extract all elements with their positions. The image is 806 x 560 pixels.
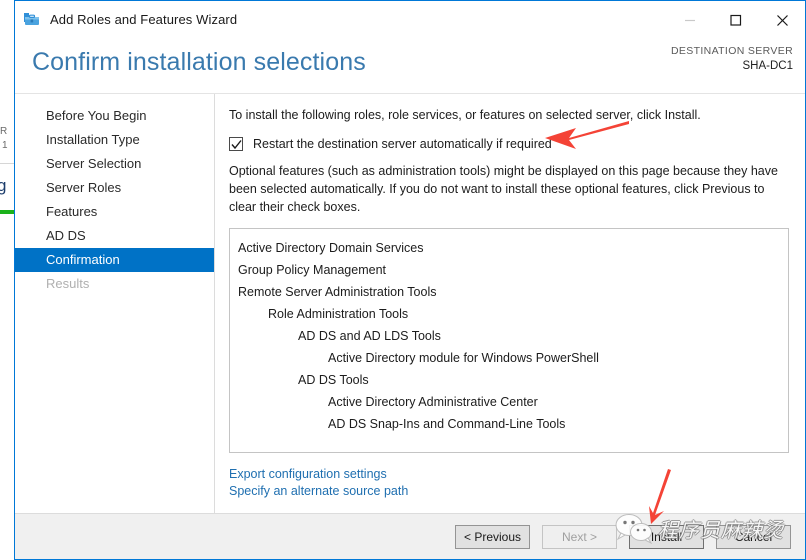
feature-list-item: Role Administration Tools	[268, 307, 409, 321]
sidebar-item-installation-type[interactable]: Installation Type	[15, 128, 214, 152]
feature-list-item: Group Policy Management	[238, 263, 386, 277]
background-divider	[0, 163, 14, 164]
restart-checkbox[interactable]	[229, 137, 243, 151]
instruction-text: To install the following roles, role ser…	[229, 108, 701, 122]
next-button: Next >	[542, 524, 617, 549]
feature-list-item: Active Directory Domain Services	[238, 241, 424, 255]
feature-list-item: Remote Server Administration Tools	[238, 285, 437, 299]
sidebar-item-features[interactable]: Features	[15, 200, 214, 224]
sidebar-item-confirmation[interactable]: Confirmation	[15, 248, 214, 272]
page-title: Confirm installation selections	[32, 48, 366, 76]
optional-features-note: Optional features (such as administratio…	[229, 164, 778, 214]
background-text-fragment-1: R	[0, 126, 8, 137]
feature-list-item: AD DS Tools	[298, 373, 369, 387]
wizard-footer: < Previous Next > Install Cancel	[15, 513, 805, 559]
background-text-fragment-2: 1	[2, 140, 8, 151]
background-window-sliver[interactable]: R 1 g	[0, 0, 14, 560]
toolbox-icon	[24, 12, 41, 28]
wizard-content-pane: To install the following roles, role ser…	[215, 94, 805, 513]
sidebar-item-before-you-begin[interactable]: Before You Begin	[15, 104, 214, 128]
window-controls	[667, 1, 805, 39]
sidebar-item-server-selection[interactable]: Server Selection	[15, 152, 214, 176]
cancel-button[interactable]: Cancel	[716, 524, 791, 549]
add-roles-and-features-wizard-window: Add Roles and Features Wizard Confirm in…	[14, 0, 806, 560]
wizard-step-navigation: Before You Begin Installation Type Server …	[15, 94, 215, 513]
header-band: Confirm installation selections DESTINAT…	[15, 38, 805, 94]
checkmark-icon	[231, 140, 242, 150]
selected-features-listbox[interactable]: Active Directory Domain Services Group Po…	[229, 228, 789, 453]
install-button[interactable]: Install	[629, 524, 704, 549]
destination-server-value: SHA-DC1	[742, 60, 793, 72]
title-bar: Add Roles and Features Wizard	[15, 0, 805, 38]
previous-button[interactable]: < Previous	[455, 524, 530, 549]
wizard-body: Before You Begin Installation Type Server …	[15, 94, 805, 513]
minimize-button[interactable]	[667, 1, 713, 39]
restart-checkbox-row[interactable]: Restart the destination server automatic…	[229, 136, 789, 152]
feature-list-item: AD DS Snap-Ins and Command-Line Tools	[328, 417, 566, 431]
link-specify-an-alternate-source-path[interactable]: Specify an alternate source path	[229, 483, 408, 500]
link-export-configuration-settings[interactable]: Export configuration settings	[229, 466, 387, 483]
sidebar-item-server-roles[interactable]: Server Roles	[15, 176, 214, 200]
feature-list-item: AD DS and AD LDS Tools	[298, 329, 441, 343]
action-links: Export configuration settings Specify an …	[229, 466, 789, 500]
maximize-button[interactable]	[713, 1, 759, 39]
feature-list-item: Active Directory module for Windows Powe…	[328, 351, 599, 365]
destination-server-block: DESTINATION SERVER SHA-DC1	[671, 44, 793, 73]
sidebar-item-ad-ds[interactable]: AD DS	[15, 224, 214, 248]
background-text-fragment-3: g	[0, 176, 7, 195]
feature-list-item: Active Directory Administrative Center	[328, 395, 538, 409]
close-button[interactable]	[759, 1, 805, 39]
background-status-bar	[0, 210, 14, 214]
destination-server-label: DESTINATION SERVER	[670, 45, 793, 57]
restart-checkbox-label: Restart the destination server automatic…	[253, 137, 552, 151]
window-title: Add Roles and Features Wizard	[50, 12, 238, 27]
desktop-backdrop: R 1 g Add Roles and Features Wizard Conf…	[0, 0, 806, 560]
sidebar-item-results: Results	[46, 276, 90, 291]
